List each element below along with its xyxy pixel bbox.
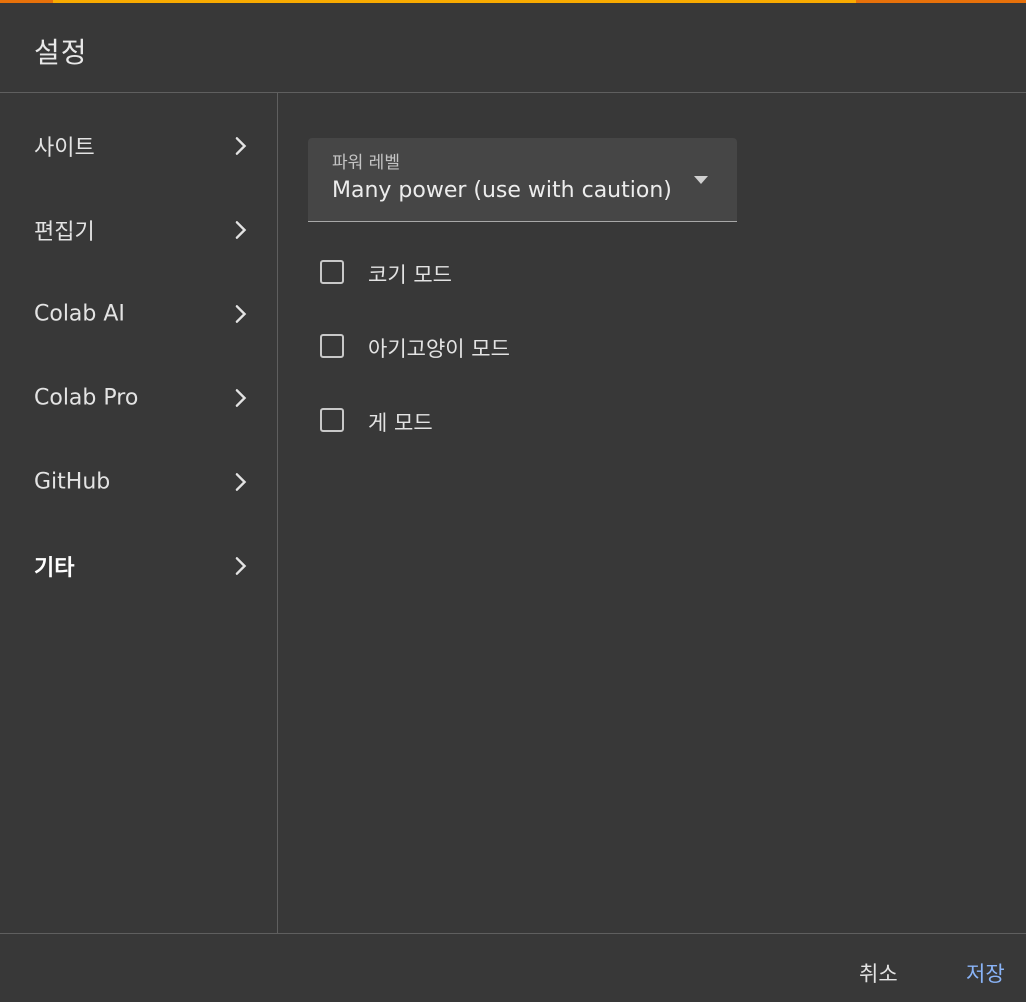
sidebar-item-label: 사이트 bbox=[34, 136, 95, 161]
sidebar-item-label: 기타 bbox=[34, 556, 75, 581]
sidebar-item-label: GitHub bbox=[34, 469, 111, 495]
save-button[interactable]: 저장 bbox=[966, 958, 1005, 988]
settings-dialog: 설정 사이트 편집기 Colab AI Colab Pro GitHub 기타 bbox=[0, 0, 1026, 1001]
chevron-right-icon bbox=[235, 221, 247, 239]
chevron-right-icon bbox=[235, 389, 247, 407]
settings-content: 파워 레벨 Many power (use with caution) 코기 모… bbox=[278, 93, 1026, 933]
chevron-right-icon bbox=[235, 305, 247, 323]
sidebar-item-label: Colab AI bbox=[34, 301, 125, 327]
sidebar-item-editor[interactable]: 편집기 bbox=[0, 200, 277, 260]
crab-mode-checkbox[interactable] bbox=[320, 408, 344, 432]
sidebar-item-label: 편집기 bbox=[34, 220, 95, 245]
dialog-header: 설정 bbox=[0, 3, 1026, 93]
power-level-select[interactable]: 파워 레벨 Many power (use with caution) bbox=[308, 138, 737, 222]
corgi-mode-label: 코기 모드 bbox=[368, 263, 452, 287]
sidebar-item-colab-pro[interactable]: Colab Pro bbox=[0, 368, 277, 428]
kitty-mode-checkbox[interactable] bbox=[320, 334, 344, 358]
chevron-right-icon bbox=[235, 557, 247, 575]
power-level-label: 파워 레벨 bbox=[332, 153, 400, 173]
sidebar-item-github[interactable]: GitHub bbox=[0, 452, 277, 512]
sidebar-item-label: Colab Pro bbox=[34, 385, 139, 411]
corgi-mode-checkbox[interactable] bbox=[320, 260, 344, 284]
crab-mode-label: 게 모드 bbox=[368, 411, 433, 435]
sidebar-item-site[interactable]: 사이트 bbox=[0, 116, 277, 176]
cancel-button[interactable]: 취소 bbox=[859, 958, 898, 988]
sidebar-item-misc[interactable]: 기타 bbox=[0, 536, 277, 596]
dialog-footer: 취소 저장 bbox=[0, 933, 1026, 1002]
dropdown-arrow-icon bbox=[694, 176, 708, 184]
chevron-right-icon bbox=[235, 473, 247, 491]
power-level-value: Many power (use with caution) bbox=[332, 178, 672, 203]
sidebar-item-colab-ai[interactable]: Colab AI bbox=[0, 284, 277, 344]
settings-sidebar: 사이트 편집기 Colab AI Colab Pro GitHub 기타 bbox=[0, 93, 278, 933]
kitty-mode-label: 아기고양이 모드 bbox=[368, 337, 510, 361]
dialog-title: 설정 bbox=[34, 36, 88, 69]
chevron-right-icon bbox=[235, 137, 247, 155]
